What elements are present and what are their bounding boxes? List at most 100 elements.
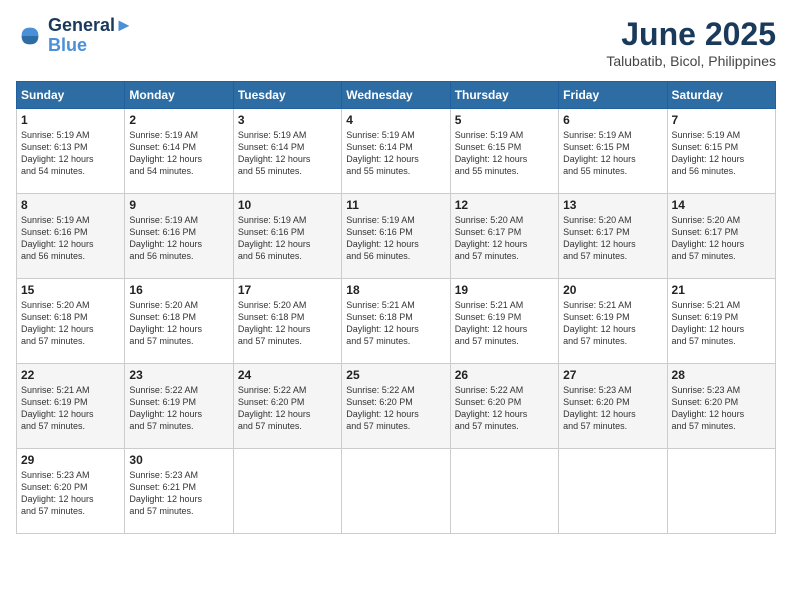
calendar-cell: 4 Sunrise: 5:19 AMSunset: 6:14 PMDaylight…	[342, 109, 450, 194]
day-number: 12	[455, 198, 554, 212]
calendar-cell: 2 Sunrise: 5:19 AMSunset: 6:14 PMDaylight…	[125, 109, 233, 194]
day-number: 4	[346, 113, 445, 127]
header-tuesday: Tuesday	[233, 82, 341, 109]
day-number: 6	[563, 113, 662, 127]
day-info: Sunrise: 5:19 AMSunset: 6:14 PMDaylight:…	[129, 129, 228, 178]
calendar-cell: 20Sunrise: 5:21 AMSunset: 6:19 PMDayligh…	[559, 279, 667, 364]
day-number: 19	[455, 283, 554, 297]
calendar-table: Sunday Monday Tuesday Wednesday Thursday…	[16, 81, 776, 534]
calendar-cell: 22 Sunrise: 5:21 AMSunset: 6:19 PMDayligh…	[17, 364, 125, 449]
day-info: Sunrise: 5:21 AMSunset: 6:19 PMDaylight:…	[455, 299, 554, 348]
day-info: Sunrise: 5:20 AMSunset: 6:18 PMDaylight:…	[129, 299, 228, 348]
day-number: 21	[672, 283, 771, 297]
calendar-cell: 15 Sunrise: 5:20 AMSunset: 6:18 PMDayligh…	[17, 279, 125, 364]
calendar-cell: 12 Sunrise: 5:20 AMSunset: 6:17 PMDayligh…	[450, 194, 558, 279]
day-info: Sunrise: 5:20 AMSunset: 6:18 PMDaylight:…	[238, 299, 337, 348]
calendar-row-4: 22 Sunrise: 5:21 AMSunset: 6:19 PMDayligh…	[17, 364, 776, 449]
logo: General► Blue	[16, 16, 133, 56]
calendar-cell	[233, 449, 341, 534]
day-info: Sunrise: 5:21 AMSunset: 6:19 PMDaylight:…	[672, 299, 771, 348]
calendar-row-1: 1 Sunrise: 5:19 AMSunset: 6:13 PMDaylight…	[17, 109, 776, 194]
logo-text: General► Blue	[48, 16, 133, 56]
header-wednesday: Wednesday	[342, 82, 450, 109]
calendar-cell: 19 Sunrise: 5:21 AMSunset: 6:19 PMDayligh…	[450, 279, 558, 364]
day-info: Sunrise: 5:23 AMSunset: 6:20 PMDaylight:…	[672, 384, 771, 433]
day-info: Sunrise: 5:20 AMSunset: 6:18 PMDaylight:…	[21, 299, 120, 348]
header-thursday: Thursday	[450, 82, 558, 109]
day-number: 18	[346, 283, 445, 297]
header-friday: Friday	[559, 82, 667, 109]
day-info: Sunrise: 5:21 AMSunset: 6:19 PMDaylight:…	[563, 299, 662, 348]
calendar-cell: 6 Sunrise: 5:19 AMSunset: 6:15 PMDaylight…	[559, 109, 667, 194]
calendar-row-2: 8Sunrise: 5:19 AMSunset: 6:16 PMDaylight…	[17, 194, 776, 279]
day-number: 2	[129, 113, 228, 127]
day-info: Sunrise: 5:19 AMSunset: 6:14 PMDaylight:…	[238, 129, 337, 178]
day-number: 27	[563, 368, 662, 382]
day-info: Sunrise: 5:22 AMSunset: 6:20 PMDaylight:…	[346, 384, 445, 433]
day-info: Sunrise: 5:22 AMSunset: 6:20 PMDaylight:…	[238, 384, 337, 433]
day-info: Sunrise: 5:19 AMSunset: 6:13 PMDaylight:…	[21, 129, 120, 178]
day-info: Sunrise: 5:20 AMSunset: 6:17 PMDaylight:…	[672, 214, 771, 263]
day-info: Sunrise: 5:23 AMSunset: 6:20 PMDaylight:…	[563, 384, 662, 433]
calendar-cell: 9 Sunrise: 5:19 AMSunset: 6:16 PMDaylight…	[125, 194, 233, 279]
day-number: 24	[238, 368, 337, 382]
day-number: 26	[455, 368, 554, 382]
calendar-cell: 21 Sunrise: 5:21 AMSunset: 6:19 PMDayligh…	[667, 279, 775, 364]
calendar-cell: 5 Sunrise: 5:19 AMSunset: 6:15 PMDaylight…	[450, 109, 558, 194]
calendar-cell: 27 Sunrise: 5:23 AMSunset: 6:20 PMDayligh…	[559, 364, 667, 449]
day-info: Sunrise: 5:19 AMSunset: 6:14 PMDaylight:…	[346, 129, 445, 178]
day-number: 15	[21, 283, 120, 297]
day-info: Sunrise: 5:19 AMSunset: 6:15 PMDaylight:…	[455, 129, 554, 178]
calendar-cell: 14 Sunrise: 5:20 AMSunset: 6:17 PMDayligh…	[667, 194, 775, 279]
calendar-cell: 11 Sunrise: 5:19 AMSunset: 6:16 PMDayligh…	[342, 194, 450, 279]
calendar-cell: 25Sunrise: 5:22 AMSunset: 6:20 PMDayligh…	[342, 364, 450, 449]
day-info: Sunrise: 5:19 AMSunset: 6:16 PMDaylight:…	[238, 214, 337, 263]
day-number: 5	[455, 113, 554, 127]
day-info: Sunrise: 5:20 AMSunset: 6:17 PMDaylight:…	[563, 214, 662, 263]
calendar-cell: 18 Sunrise: 5:21 AMSunset: 6:18 PMDayligh…	[342, 279, 450, 364]
day-number: 13	[563, 198, 662, 212]
calendar-cell: 7 Sunrise: 5:19 AMSunset: 6:15 PMDaylight…	[667, 109, 775, 194]
day-number: 14	[672, 198, 771, 212]
calendar-cell	[667, 449, 775, 534]
header-sunday: Sunday	[17, 82, 125, 109]
day-info: Sunrise: 5:19 AMSunset: 6:16 PMDaylight:…	[21, 214, 120, 263]
calendar-cell: 30Sunrise: 5:23 AMSunset: 6:21 PMDayligh…	[125, 449, 233, 534]
day-number: 22	[21, 368, 120, 382]
day-number: 9	[129, 198, 228, 212]
header-saturday: Saturday	[667, 82, 775, 109]
day-number: 23	[129, 368, 228, 382]
day-info: Sunrise: 5:19 AMSunset: 6:16 PMDaylight:…	[129, 214, 228, 263]
calendar-cell: 16 Sunrise: 5:20 AMSunset: 6:18 PMDayligh…	[125, 279, 233, 364]
day-number: 28	[672, 368, 771, 382]
day-info: Sunrise: 5:21 AMSunset: 6:19 PMDaylight:…	[21, 384, 120, 433]
calendar-cell	[342, 449, 450, 534]
day-number: 29	[21, 453, 120, 467]
day-info: Sunrise: 5:19 AMSunset: 6:15 PMDaylight:…	[672, 129, 771, 178]
calendar-cell: 3Sunrise: 5:19 AMSunset: 6:14 PMDaylight…	[233, 109, 341, 194]
day-info: Sunrise: 5:20 AMSunset: 6:17 PMDaylight:…	[455, 214, 554, 263]
day-number: 16	[129, 283, 228, 297]
day-number: 17	[238, 283, 337, 297]
day-number: 30	[129, 453, 228, 467]
calendar-row-3: 15 Sunrise: 5:20 AMSunset: 6:18 PMDayligh…	[17, 279, 776, 364]
calendar-cell: 24 Sunrise: 5:22 AMSunset: 6:20 PMDayligh…	[233, 364, 341, 449]
day-info: Sunrise: 5:23 AMSunset: 6:20 PMDaylight:…	[21, 469, 120, 518]
logo-icon	[16, 22, 44, 50]
day-number: 11	[346, 198, 445, 212]
day-number: 7	[672, 113, 771, 127]
title-area: June 2025 Talubatib, Bicol, Philippines	[606, 16, 776, 69]
day-info: Sunrise: 5:19 AMSunset: 6:15 PMDaylight:…	[563, 129, 662, 178]
calendar-cell: 28 Sunrise: 5:23 AMSunset: 6:20 PMDayligh…	[667, 364, 775, 449]
day-number: 10	[238, 198, 337, 212]
calendar-cell: 26 Sunrise: 5:22 AMSunset: 6:20 PMDayligh…	[450, 364, 558, 449]
day-info: Sunrise: 5:22 AMSunset: 6:20 PMDaylight:…	[455, 384, 554, 433]
weekday-header-row: Sunday Monday Tuesday Wednesday Thursday…	[17, 82, 776, 109]
day-info: Sunrise: 5:21 AMSunset: 6:18 PMDaylight:…	[346, 299, 445, 348]
calendar-cell: 8Sunrise: 5:19 AMSunset: 6:16 PMDaylight…	[17, 194, 125, 279]
day-number: 1	[21, 113, 120, 127]
day-info: Sunrise: 5:22 AMSunset: 6:19 PMDaylight:…	[129, 384, 228, 433]
calendar-cell: 10 Sunrise: 5:19 AMSunset: 6:16 PMDayligh…	[233, 194, 341, 279]
day-info: Sunrise: 5:19 AMSunset: 6:16 PMDaylight:…	[346, 214, 445, 263]
calendar-cell	[559, 449, 667, 534]
